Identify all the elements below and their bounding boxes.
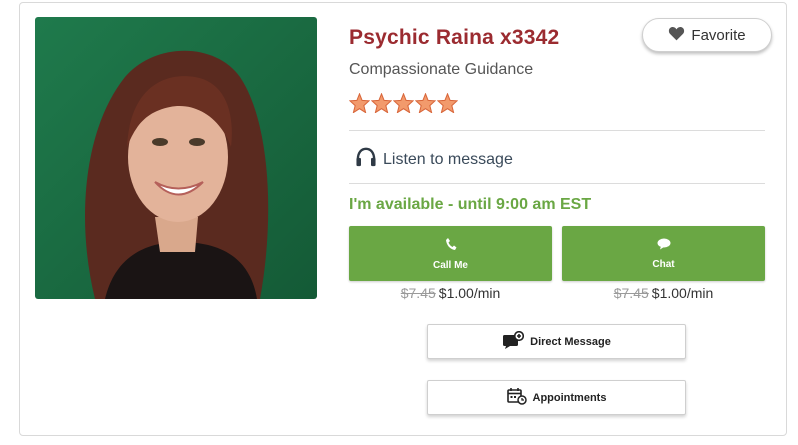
chat-price: $7.45 $1.00/min [562,285,765,301]
listen-label: Listen to message [383,150,513,168]
star-icon [436,92,459,118]
favorite-label: Favorite [691,26,746,44]
direct-message-label: Direct Message [530,335,611,348]
favorite-button[interactable]: Favorite [642,18,772,52]
call-me-label: Call Me [432,259,468,271]
chat-label: Chat [652,259,675,270]
appointments-label: Appointments [532,391,607,404]
divider [349,183,765,184]
chat-current-price: $1.00/min [651,285,714,301]
psychic-name: Psychic Raina x3342 [349,26,560,49]
call-price: $7.45 $1.00/min [349,285,552,301]
psychic-tagline: Compassionate Guidance [349,61,534,78]
star-icon [414,92,437,118]
call-me-button[interactable]: Call Me [349,226,552,281]
availability-status: I'm available - until 9:00 am EST [349,196,592,213]
appointments-button[interactable]: Appointments [427,380,686,415]
call-current-price: $1.00/min [438,285,501,301]
psychic-photo [35,17,317,299]
star-icon [370,92,393,118]
chat-original-price: $7.45 [613,285,649,301]
star-icon [348,92,371,118]
divider [349,130,765,131]
listen-to-message-link[interactable]: Listen to message [355,147,513,172]
call-original-price: $7.45 [400,285,436,301]
chat-button[interactable]: Chat [562,226,765,281]
star-icon [392,92,415,118]
rating-stars [348,92,459,118]
chat-bubble-icon [657,237,671,255]
direct-message-button[interactable]: Direct Message [427,324,686,359]
message-icon [502,330,525,352]
calendar-icon [506,387,527,408]
headphones-icon [355,147,377,172]
phone-icon [445,237,457,256]
heart-icon [668,26,685,45]
